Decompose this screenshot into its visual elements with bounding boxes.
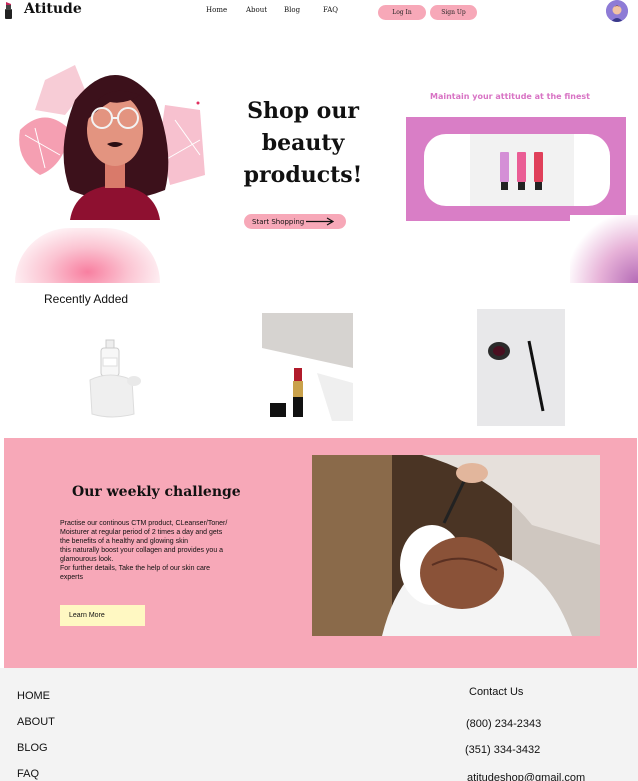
challenge-line: this naturally boost your collagen and p… <box>60 547 224 554</box>
contact-phone-2[interactable]: (351) 334-3432 <box>465 744 540 756</box>
hero-title-line2: beauty <box>261 130 345 156</box>
challenge-line: For further details, Take the help of ou… <box>60 565 211 572</box>
start-shopping-label: Start Shopping <box>252 217 305 226</box>
nav-faq[interactable]: FAQ <box>323 6 338 14</box>
hero-decoration-blob <box>15 228 160 283</box>
nav-home[interactable]: Home <box>206 6 227 14</box>
hero-title: Shop our beauty products! <box>240 95 366 191</box>
woman-illustration <box>19 65 205 220</box>
hero-tagline: Maintain your attitude at the finest <box>430 92 590 101</box>
footer: HOME ABOUT BLOG FAQ Contact Us (800) 234… <box>0 668 638 781</box>
lipstick-product-thumb[interactable] <box>262 313 353 421</box>
footer-link-about[interactable]: ABOUT <box>17 716 55 728</box>
facial-treatment-image <box>312 455 600 636</box>
lip-gloss-trio-icon <box>500 152 543 190</box>
challenge-line: glamourous look. <box>60 556 114 563</box>
arrow-right-icon <box>306 217 334 226</box>
learn-more-button[interactable]: Learn More <box>60 605 145 626</box>
eyeliner-product-thumb[interactable] <box>477 309 565 426</box>
challenge-description: Practise our continous CTM product, CLea… <box>60 519 265 582</box>
login-button[interactable]: Log In <box>378 5 426 20</box>
recently-added-title: Recently Added <box>44 292 129 306</box>
corner-gradient <box>570 215 638 283</box>
lip-gloss-image <box>470 134 574 206</box>
weekly-challenge-section: Our weekly challenge Practise our contin… <box>4 438 637 668</box>
lipstick-logo-icon <box>5 2 12 19</box>
serum-product-thumb[interactable] <box>82 336 146 420</box>
facial-mask-photo-icon <box>312 455 600 636</box>
contact-email[interactable]: atitudeshop@gmail.com <box>467 772 585 781</box>
signup-button[interactable]: Sign Up <box>430 5 477 20</box>
brand-name[interactable]: Atitude <box>24 1 82 17</box>
start-shopping-button[interactable]: Start Shopping <box>244 214 346 229</box>
user-avatar-icon <box>606 0 628 22</box>
gel-liner-brush-icon <box>477 309 565 426</box>
hero-title-line1: Shop our <box>247 98 359 124</box>
featured-product-card[interactable] <box>424 134 610 206</box>
challenge-line: Practise our continous CTM product, CLea… <box>60 520 228 527</box>
challenge-line: the benefits of a healthy and glowing sk… <box>60 538 189 545</box>
hero-title-line3: products! <box>243 162 363 188</box>
footer-link-blog[interactable]: BLOG <box>17 742 48 754</box>
avatar[interactable] <box>606 0 628 22</box>
nav-blog[interactable]: Blog <box>284 6 300 14</box>
footer-link-home[interactable]: HOME <box>17 690 50 702</box>
nav-about[interactable]: About <box>246 6 267 14</box>
featured-product-frame <box>406 117 626 221</box>
challenge-line: experts <box>60 574 83 581</box>
serum-bottle-icon <box>82 336 146 420</box>
challenge-line: Moisturer at regular period of 2 times a… <box>60 529 223 536</box>
contact-phone-1[interactable]: (800) 234-2343 <box>466 718 541 730</box>
challenge-title: Our weekly challenge <box>72 484 241 500</box>
lipstick-tube-icon <box>262 313 353 421</box>
footer-link-faq[interactable]: FAQ <box>17 768 39 780</box>
contact-title: Contact Us <box>469 686 524 698</box>
